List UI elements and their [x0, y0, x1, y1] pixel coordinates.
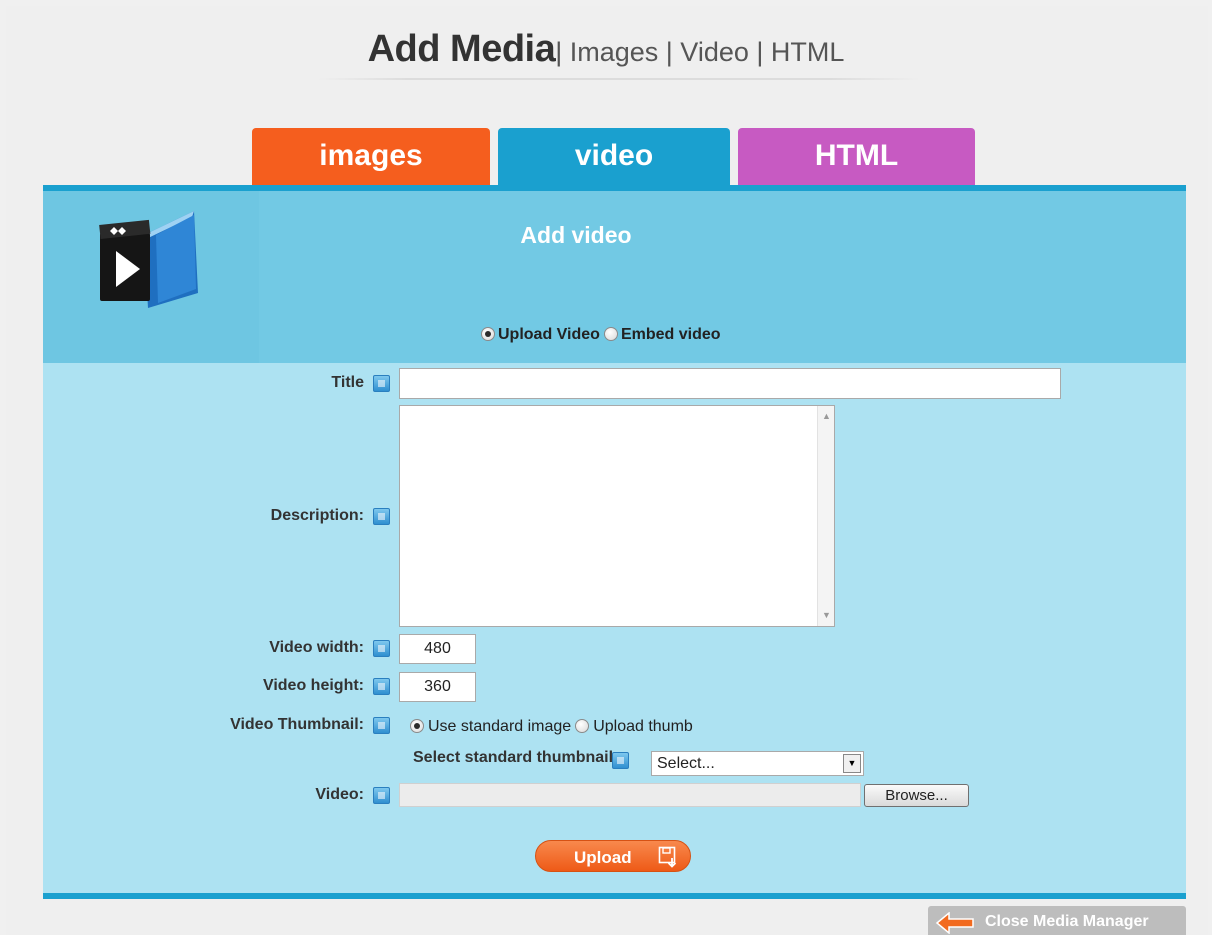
video-height-label: Video height:	[262, 677, 364, 694]
video-width-help-icon[interactable]	[373, 640, 390, 657]
description-field: ▲ ▼	[399, 405, 835, 627]
close-media-manager-button[interactable]: Close Media Manager	[928, 906, 1186, 935]
title-label: Title	[331, 374, 364, 391]
panel-title: Add video	[520, 222, 632, 248]
embed-video-radio[interactable]	[603, 327, 618, 341]
header-divider	[318, 78, 920, 80]
scroll-down-arrow-icon[interactable]: ▼	[818, 607, 835, 624]
title-help-icon[interactable]	[373, 375, 390, 392]
upload-thumb-label: Upload thumb	[593, 718, 693, 735]
upload-button[interactable]: Upload	[535, 840, 691, 872]
back-arrow-icon	[935, 912, 974, 934]
video-height-help-icon[interactable]	[373, 678, 390, 695]
panel-bottom-border	[43, 893, 1186, 899]
video-height-input[interactable]	[399, 672, 476, 702]
description-label: Description:	[270, 507, 364, 524]
upload-button-label: Upload	[574, 848, 632, 867]
chevron-down-icon[interactable]: ▼	[843, 754, 861, 773]
standard-thumbnail-help-icon[interactable]	[612, 752, 629, 769]
header-nav-text: | Images | Video | HTML	[555, 37, 845, 67]
description-help-icon[interactable]	[373, 508, 390, 525]
video-source-options: Upload Video Embed video	[481, 326, 725, 344]
browse-button[interactable]: Browse...	[864, 784, 969, 807]
standard-thumbnail-label: Select standard thumbnail:	[413, 749, 619, 766]
video-file-path-field[interactable]	[399, 783, 861, 807]
close-media-manager-label: Close Media Manager	[985, 913, 1149, 930]
video-width-input[interactable]	[399, 634, 476, 664]
use-standard-image-radio[interactable]	[410, 719, 424, 733]
use-standard-image-label: Use standard image	[428, 718, 572, 735]
video-file-help-icon[interactable]	[373, 787, 390, 804]
standard-thumbnail-select[interactable]: Select... ▼	[651, 751, 864, 776]
tab-video[interactable]: video	[498, 128, 730, 186]
embed-video-label: Embed video	[620, 326, 721, 343]
page-title: Add Media	[367, 28, 556, 70]
upload-video-label: Upload Video	[498, 326, 600, 343]
video-width-label: Video width:	[269, 639, 364, 656]
thumbnail-options: Use standard image Upload thumb	[410, 718, 697, 736]
description-scrollbar[interactable]: ▲ ▼	[817, 406, 834, 626]
tab-images[interactable]: images	[252, 128, 490, 186]
video-file-label: Video:	[315, 786, 364, 803]
tab-html[interactable]: HTML	[738, 128, 975, 186]
video-clapper-icon	[99, 211, 198, 308]
scroll-up-arrow-icon[interactable]: ▲	[818, 408, 835, 425]
description-textarea[interactable]	[400, 406, 817, 626]
video-thumbnail-label: Video Thumbnail:	[230, 716, 364, 733]
upload-thumb-radio[interactable]	[575, 719, 590, 733]
video-thumbnail-help-icon[interactable]	[373, 717, 390, 734]
page-header: Add Media| Images | Video | HTML	[0, 28, 1212, 71]
save-disk-icon	[658, 846, 677, 868]
title-input[interactable]	[399, 368, 1061, 399]
standard-thumbnail-selected: Select...	[657, 755, 715, 772]
upload-video-radio[interactable]	[481, 327, 495, 341]
